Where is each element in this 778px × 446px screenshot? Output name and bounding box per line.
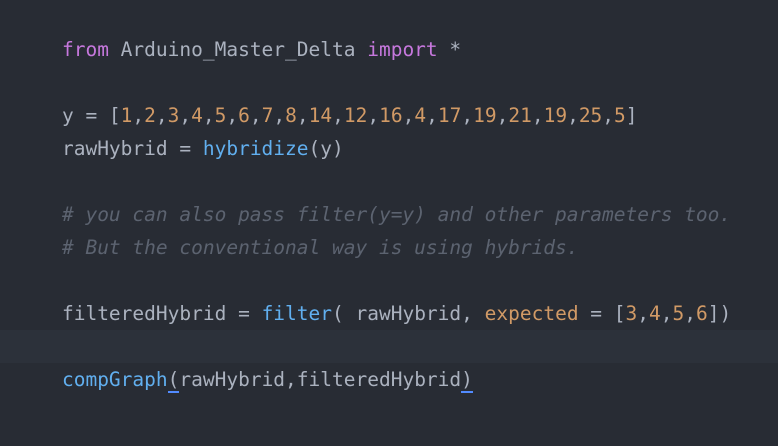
function-filter: filter	[261, 302, 333, 325]
compgraph-args: rawHybrid,filteredHybrid	[179, 368, 462, 391]
expected-list-number: 5	[672, 302, 685, 325]
comment-text: # But the conventional way is using hybr…	[61, 236, 579, 259]
module-name: Arduino_Master_Delta	[108, 38, 368, 61]
function-compgraph: compGraph	[61, 368, 168, 391]
code-line-comment-2[interactable]: # But the conventional way is using hybr…	[15, 198, 778, 259]
code-line-compgraph[interactable]: compGraph(rawHybrid,filteredHybrid)	[0, 330, 778, 393]
code-line-y-assignment[interactable]: y = [1,2,3,4,5,6,7,8,14,12,16,4,17,19,21…	[15, 66, 778, 127]
expected-list-number: 3	[625, 302, 638, 325]
code-line-rawhybrid[interactable]: rawHybrid = hybridize(y)	[15, 99, 778, 160]
code-editor[interactable]: from Arduino_Master_Delta import * y = […	[0, 0, 778, 446]
expected-number-list: 3,4,5,6	[626, 302, 708, 325]
code-line-comment-1[interactable]: # you can also pass filter(y=y) and othe…	[15, 165, 778, 226]
comma: ,	[660, 302, 673, 325]
import-star: *	[437, 38, 462, 61]
rawhybrid-lhs: rawHybrid =	[61, 137, 203, 160]
open-paren-match: (	[167, 368, 180, 393]
code-line-filteredhybrid[interactable]: filteredHybrid = filter( rawHybrid, expe…	[15, 264, 778, 325]
close-paren-match: )	[461, 368, 473, 393]
filter-open-args: ( rawHybrid,	[332, 302, 485, 325]
keyword-import: import	[367, 38, 438, 61]
hybridize-args: (y)	[308, 137, 344, 160]
expected-list-number: 6	[696, 302, 708, 325]
expected-eq: = [	[578, 302, 626, 325]
code-line-import[interactable]: from Arduino_Master_Delta import *	[15, 0, 778, 61]
comma: ,	[684, 302, 697, 325]
keyword-from: from	[61, 38, 109, 61]
filteredhybrid-lhs: filteredHybrid =	[61, 302, 262, 325]
comma: ,	[637, 302, 650, 325]
expected-list-number: 4	[649, 302, 661, 325]
function-hybridize: hybridize	[202, 137, 309, 160]
filter-close: ])	[707, 302, 732, 325]
param-expected: expected	[484, 302, 579, 325]
